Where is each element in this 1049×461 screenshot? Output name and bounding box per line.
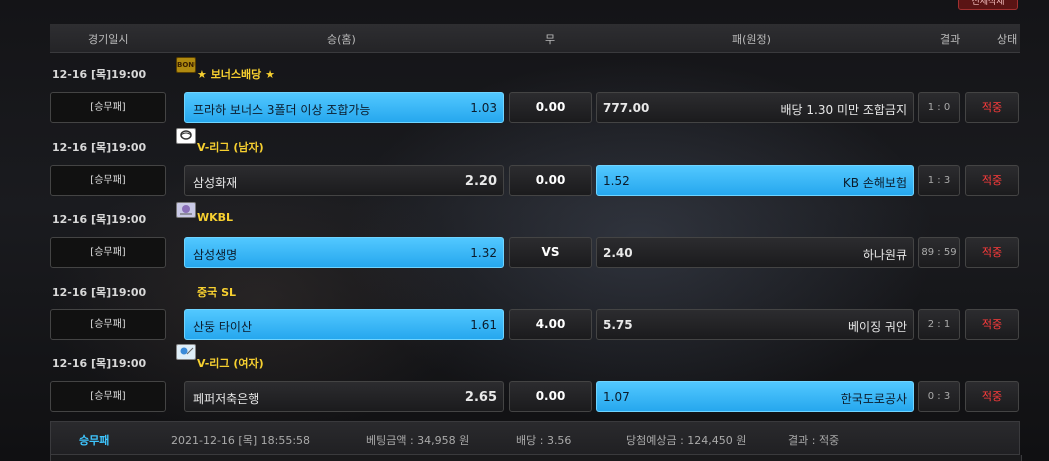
home-odds-button[interactable]: 삼성화재 2.20 <box>184 165 504 196</box>
league-name: V-리그 (남자) <box>197 141 264 154</box>
home-odd: 1.32 <box>470 246 497 260</box>
table-header: 경기일시 승(홈) 무 패(원정) 결과 상태 <box>50 24 1020 53</box>
header-draw: 무 <box>545 33 556 46</box>
home-odds-button[interactable]: 산둥 타이산 1.61 <box>184 309 504 340</box>
bet-type: [승무패] <box>50 237 166 268</box>
away-team: 베이징 궈안 <box>847 320 907 334</box>
summary-expected-win: 당첨예상금 : 124,450 원 <box>626 434 747 447</box>
away-team: KB 손해보험 <box>842 176 907 190</box>
bet-type: [승무패] <box>50 165 166 196</box>
game-row: [승무패] 삼성생명 1.32 VS 2.40 하나원큐 89 : 59 적중 <box>0 237 1049 270</box>
home-team: 삼성화재 <box>193 176 238 190</box>
draw-odds-button[interactable]: 0.00 <box>509 165 592 196</box>
game-datetime: 12-16 [목]19:00 <box>52 141 147 154</box>
summary-result: 결과 : 적중 <box>788 434 840 447</box>
home-odds-button[interactable]: 삼성생명 1.32 <box>184 237 504 268</box>
game-row: [승무패] 프라하 보너스 3폴더 이상 조합가능 1.03 0.00 777.… <box>0 92 1049 125</box>
bet-type: [승무패] <box>50 309 166 340</box>
draw-odds-button[interactable]: VS <box>509 237 592 268</box>
summary-type: 승무패 <box>79 434 110 447</box>
away-odds-button[interactable]: 5.75 베이징 궈안 <box>596 309 914 340</box>
home-odd: 2.20 <box>464 174 497 189</box>
game-date-line: 12-16 [목]19:00 BONUS ★ 보너스배당 ★ <box>0 57 1049 83</box>
home-odd: 1.03 <box>470 101 497 115</box>
home-odd: 1.61 <box>470 318 497 332</box>
game-score: 0 : 3 <box>918 381 960 412</box>
header-result: 결과 <box>940 33 961 46</box>
game-row: [승무패] 삼성화재 2.20 0.00 1.52 KB 손해보험 1 : 3 … <box>0 165 1049 198</box>
header-away: 패(원정) <box>732 33 771 46</box>
league-name: 중국 SL <box>197 286 237 299</box>
volleyball-icon <box>176 128 196 144</box>
status-badge: 적중 <box>965 165 1019 196</box>
header-datetime: 경기일시 <box>88 33 129 46</box>
game-date-line: 12-16 [목]19:00 V-리그 (남자) <box>0 128 1049 156</box>
volleyball-icon <box>176 344 196 360</box>
game-date-line: 12-16 [목]19:00 V-리그 (여자) <box>0 344 1049 372</box>
game-score: 89 : 59 <box>918 237 960 268</box>
game-date-line: 12-16 [목]19:00 WKBL <box>0 202 1049 228</box>
game-score: 1 : 0 <box>918 92 960 123</box>
away-odds-button[interactable]: 777.00 배당 1.30 미만 조합금지 <box>596 92 914 123</box>
away-odds-button[interactable]: 2.40 하나원큐 <box>596 237 914 268</box>
league-name: WKBL <box>197 211 234 224</box>
game-datetime: 12-16 [목]19:00 <box>52 357 147 370</box>
status-badge: 적중 <box>965 381 1019 412</box>
game-row: [승무패] 산둥 타이산 1.61 4.00 5.75 베이징 궈안 2 : 1… <box>0 309 1049 342</box>
home-odds-button[interactable]: 페퍼저축은행 2.65 <box>184 381 504 412</box>
delete-all-button[interactable]: 전체삭제 <box>958 0 1018 10</box>
bet-type: [승무패] <box>50 92 166 123</box>
draw-odds-button[interactable]: 0.00 <box>509 92 592 123</box>
away-team: 한국도로공사 <box>840 392 907 406</box>
bet-type: [승무패] <box>50 381 166 412</box>
home-odd: 2.65 <box>464 390 497 405</box>
bet-summary-bar: 승무패 2021-12-16 [목] 18:55:58 베팅금액 : 34,95… <box>50 421 1020 455</box>
header-status: 상태 <box>997 33 1018 46</box>
league-name: V-리그 (여자) <box>197 357 264 370</box>
away-odd: 1.07 <box>603 390 630 404</box>
game-datetime: 12-16 [목]19:00 <box>52 213 147 226</box>
home-team: 삼성생명 <box>193 248 238 262</box>
bonus-icon: BONUS <box>176 57 196 73</box>
summary-odds: 배당 : 3.56 <box>516 434 572 447</box>
away-odd: 5.75 <box>603 318 633 332</box>
away-team: 하나원큐 <box>862 248 907 262</box>
game-score: 2 : 1 <box>918 309 960 340</box>
game-row: [승무패] 페퍼저축은행 2.65 0.00 1.07 한국도로공사 0 : 3… <box>0 381 1049 414</box>
summary-bet-amount: 베팅금액 : 34,958 원 <box>366 434 470 447</box>
home-team: 프라하 보너스 3폴더 이상 조합가능 <box>193 103 371 117</box>
status-badge: 적중 <box>965 309 1019 340</box>
basketball-icon <box>176 202 196 218</box>
draw-odds-button[interactable]: 4.00 <box>509 309 592 340</box>
away-odds-button[interactable]: 1.52 KB 손해보험 <box>596 165 914 196</box>
away-odds-button[interactable]: 1.07 한국도로공사 <box>596 381 914 412</box>
home-team: 페퍼저축은행 <box>193 392 260 406</box>
away-odd: 2.40 <box>603 246 633 260</box>
league-name: ★ 보너스배당 ★ <box>197 68 275 81</box>
home-team: 산둥 타이산 <box>193 320 253 334</box>
home-odds-button[interactable]: 프라하 보너스 3폴더 이상 조합가능 1.03 <box>184 92 504 123</box>
top-bar: 전체삭제 <box>50 0 1020 24</box>
summary-datetime: 2021-12-16 [목] 18:55:58 <box>171 434 311 447</box>
away-odd: 777.00 <box>603 101 650 115</box>
away-odd: 1.52 <box>603 174 630 188</box>
game-datetime: 12-16 [목]19:00 <box>52 68 147 81</box>
game-score: 1 : 3 <box>918 165 960 196</box>
status-badge: 적중 <box>965 92 1019 123</box>
game-date-line: 12-16 [목]19:00 중국 SL <box>0 281 1049 301</box>
summary-bottom-strip <box>50 455 1022 461</box>
header-home: 승(홈) <box>327 33 356 46</box>
game-datetime: 12-16 [목]19:00 <box>52 286 147 299</box>
draw-odds-button[interactable]: 0.00 <box>509 381 592 412</box>
status-badge: 적중 <box>965 237 1019 268</box>
away-team: 배당 1.30 미만 조합금지 <box>780 103 907 117</box>
